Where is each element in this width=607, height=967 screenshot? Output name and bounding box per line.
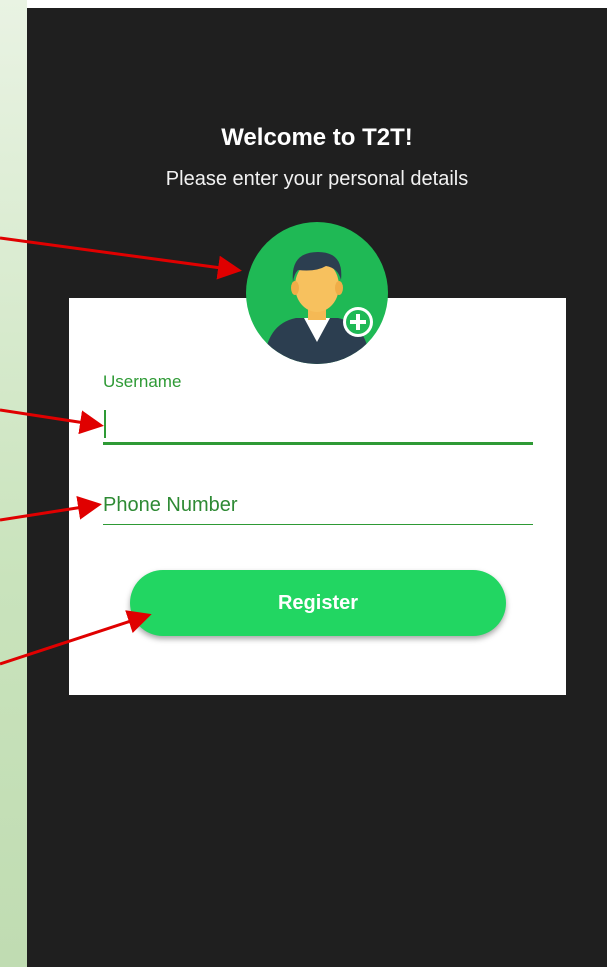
username-input[interactable]: [103, 404, 533, 445]
page-title: Welcome to T2T!: [221, 124, 413, 151]
side-strip: [0, 0, 27, 967]
username-label: Username: [103, 372, 182, 391]
phone-number-placeholder: Phone Number: [103, 494, 238, 516]
plus-circle-icon: [343, 307, 373, 337]
page-subtitle: Please enter your personal details: [165, 168, 469, 190]
register-button[interactable]: Register: [130, 570, 506, 636]
avatar-button[interactable]: [246, 222, 388, 364]
text-cursor: [104, 410, 106, 438]
user-avatar-add-icon: [246, 222, 388, 364]
registration-screen: Welcome to T2T! Please enter your person…: [27, 8, 607, 967]
